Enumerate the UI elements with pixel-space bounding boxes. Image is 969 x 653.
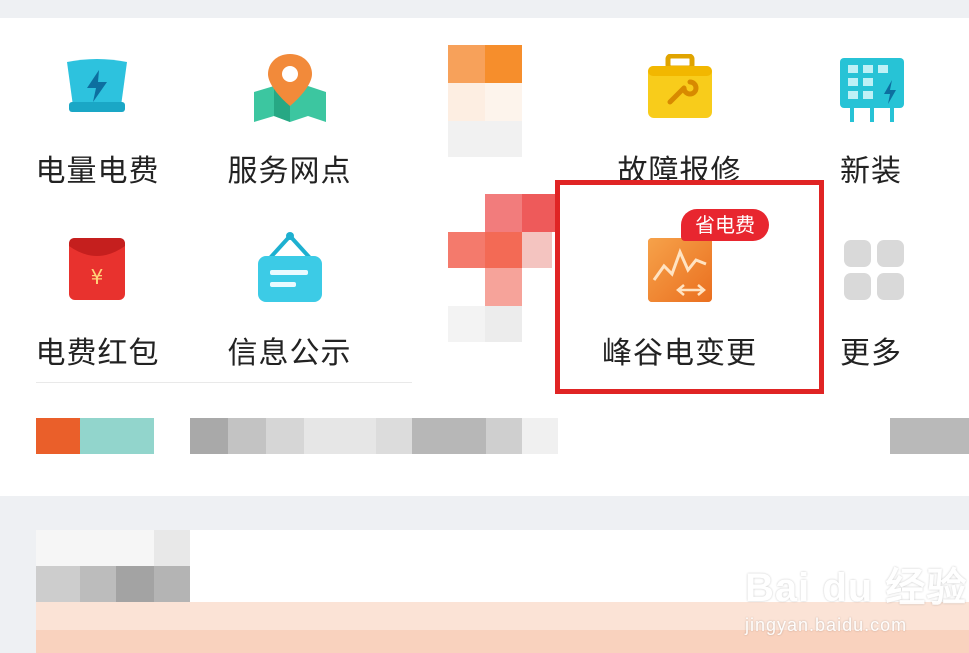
row-divider	[36, 382, 412, 383]
tile-info-notice[interactable]: 信息公示	[222, 228, 357, 371]
tile-label: 电量电费	[35, 154, 160, 189]
tile-label: 信息公示	[227, 336, 352, 371]
meter-panel-icon	[840, 58, 904, 122]
tile-more[interactable]: 更多	[818, 228, 928, 371]
baidu-jingyan-watermark: Bai du 经验 jingyan.baidu.com	[745, 555, 967, 636]
grid-icon	[844, 240, 904, 300]
watermark-brand: Bai du 经验	[745, 566, 968, 610]
tile-label: 电费红包	[35, 336, 160, 371]
tile-service-outlets[interactable]: 服务网点	[222, 48, 357, 189]
red-envelope-icon: ¥	[69, 238, 125, 300]
highlight-annotation	[555, 180, 824, 394]
lightning-screen-icon	[67, 59, 127, 112]
tile-label: 新装	[840, 154, 902, 189]
hanging-sign-icon	[258, 232, 322, 302]
tile-fault-repair[interactable]: 故障报修	[612, 48, 747, 189]
tile-bill-red-packet[interactable]: ¥ 电费红包	[30, 228, 165, 371]
map-pin-icon	[254, 54, 326, 122]
tile-label: 更多	[840, 336, 902, 371]
tile-new-install[interactable]: 新装	[818, 48, 928, 189]
toolbox-icon	[648, 54, 712, 118]
tile-electricity-bill[interactable]: 电量电费	[30, 48, 165, 189]
watermark-url: jingyan.baidu.com	[745, 615, 908, 635]
yuan-symbol: ¥	[91, 265, 104, 289]
tile-label: 服务网点	[227, 154, 352, 189]
